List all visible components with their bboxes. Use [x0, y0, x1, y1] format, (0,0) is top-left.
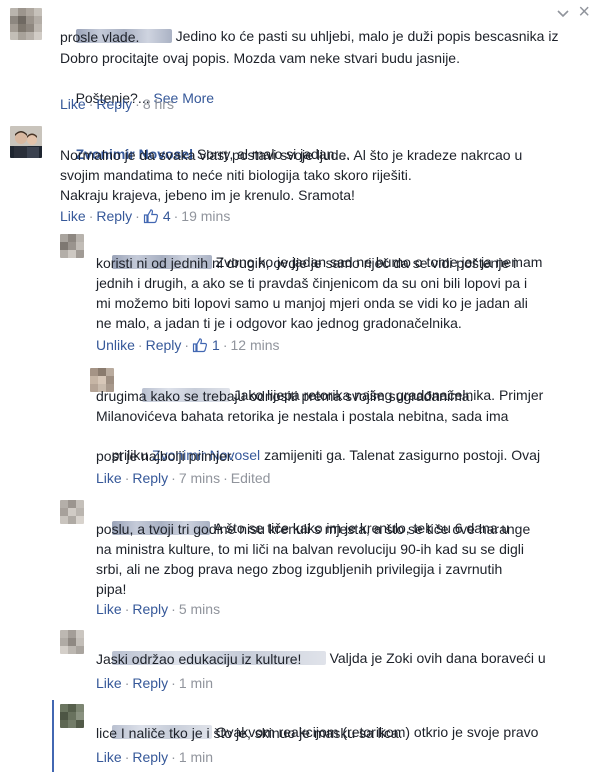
comment-top: Jedino ko će pasti su uhljebi, malo je d…: [0, 0, 600, 118]
comment-actions: Unlike · Reply · 1 · 12 mins: [96, 337, 280, 353]
comment-actions: Like · Reply · 8 hrs: [60, 96, 174, 112]
reply-1: Zvono ko je jadan sad ne bumo o tome jer…: [0, 230, 600, 358]
comment-actions: Like · Reply · 7 mins · Edited: [96, 470, 271, 486]
timestamp[interactable]: 1 min: [179, 749, 213, 765]
avatar-blurred[interactable]: [10, 8, 42, 40]
comment-text-line: drugima kako se trebaju odnositi prema s…: [96, 388, 474, 404]
reply-link[interactable]: Reply: [132, 470, 168, 486]
comment-text-line: na ministra kulture, to mi liči na balva…: [96, 541, 524, 557]
reply-link[interactable]: Reply: [132, 749, 168, 765]
comment-text-line: Dobro procitajte ovaj popis. Mozda vam n…: [60, 50, 460, 66]
comment-text-line: Nakraju krajeva, jebeno im je krenulo. S…: [60, 187, 355, 203]
comment-text-line: ne malo, a jadan ti je i odgovor kao jed…: [96, 315, 462, 331]
thumbs-up-icon[interactable]: [192, 337, 208, 353]
comment-text-line: mi možemo biti lopovi samo u manjoj mjer…: [96, 295, 528, 311]
avatar-blurred[interactable]: [60, 630, 84, 654]
chevron-down-icon[interactable]: [556, 6, 570, 20]
comment-text-line: jednih i drugih, a ako se ti pravdaš čin…: [96, 275, 528, 291]
comment-text-line: pipa!: [96, 581, 127, 597]
comment-text-line: Milanovićeva bahata retorika je nestala …: [96, 408, 509, 424]
avatar-blurred[interactable]: [60, 500, 84, 524]
timestamp[interactable]: 7 mins: [179, 470, 220, 486]
like-count[interactable]: 1: [212, 337, 220, 353]
timestamp[interactable]: 12 mins: [231, 337, 280, 353]
like-link[interactable]: Like: [96, 470, 122, 486]
like-link[interactable]: Like: [96, 749, 122, 765]
timestamp[interactable]: 19 mins: [181, 208, 230, 224]
unlike-link[interactable]: Unlike: [96, 337, 135, 353]
reply-4: Valjda je Zoki ovih dana boraveći u Jask…: [0, 628, 600, 700]
reply-link[interactable]: Reply: [146, 337, 182, 353]
thumbs-up-icon[interactable]: [143, 208, 159, 224]
comment-text-line: srbi, ali ne zbog prava nego zbog izgubl…: [96, 561, 503, 577]
close-icon[interactable]: ×: [578, 2, 590, 22]
comment-text-fragment: zamijeniti ga. Talenat zasigurno postoji…: [264, 447, 541, 463]
comment-text-line: koristi ni od jednih ni drugih, ovdje je…: [96, 255, 517, 271]
reply-3: A što se tiče kako im je krenulo, tek su…: [0, 496, 600, 626]
avatar-zvonimir[interactable]: [10, 126, 42, 158]
reply-link[interactable]: Reply: [132, 601, 168, 617]
comment-actions: Like · Reply · 1 min: [96, 749, 214, 765]
like-link[interactable]: Like: [96, 675, 122, 691]
comment-actions: Like · Reply · 1 min: [96, 675, 214, 691]
comment-text-line: lice I naliče tko je i što je, skinuo je…: [96, 725, 403, 741]
reply-5: Ovakvom reakcijom (retorikom) otkrio je …: [0, 702, 600, 772]
like-link[interactable]: Like: [60, 208, 86, 224]
like-link[interactable]: Like: [96, 601, 122, 617]
comment-actions: Like · Reply · 4 · 19 mins: [60, 208, 231, 224]
timestamp[interactable]: 1 min: [179, 675, 213, 691]
edited-label[interactable]: Edited: [231, 470, 271, 486]
timestamp[interactable]: 8 hrs: [143, 96, 174, 112]
comment-text-line: prosle vlade.: [60, 29, 140, 45]
reply-link[interactable]: Reply: [96, 96, 132, 112]
like-link[interactable]: Like: [60, 96, 86, 112]
comment-text-line: post je najbolji primjer.: [96, 448, 235, 464]
comment-text-line: svojim mandatima to neće niti biologija …: [60, 167, 412, 183]
reply-link[interactable]: Reply: [132, 675, 168, 691]
timestamp[interactable]: 5 mins: [179, 601, 220, 617]
avatar-blurred[interactable]: [60, 234, 84, 258]
like-count[interactable]: 4: [163, 208, 171, 224]
comment-actions: Like · Reply · 5 mins: [96, 601, 221, 617]
avatar-blurred[interactable]: [60, 704, 84, 728]
comment-text-line: Jaski održao edukaciju iz kulture!: [96, 651, 302, 667]
comment-text-line: Normalno je da svaka vlast postavi svoje…: [60, 147, 523, 163]
reply-2: Jako lijepa retorika našeg gradonačelnik…: [0, 364, 600, 492]
comment-text-line: poslu, a tvoji tri godine nisu krenuli s…: [96, 521, 531, 537]
reply-link[interactable]: Reply: [96, 208, 132, 224]
comment-zvonimir: Zvonimir Novosel Sorry, al malo si jadan…: [0, 118, 600, 230]
